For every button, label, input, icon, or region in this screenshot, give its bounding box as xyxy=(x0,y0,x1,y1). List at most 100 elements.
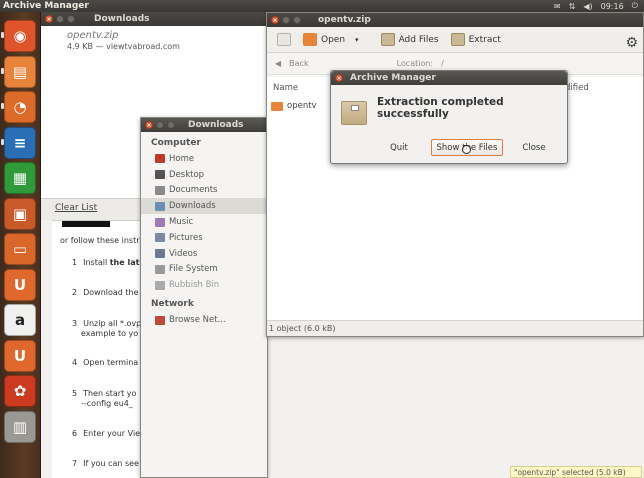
impress-icon[interactable]: ▣ xyxy=(4,197,36,230)
close-icon[interactable]: × xyxy=(271,16,279,24)
download-item[interactable]: opentv.zip 4.9 KB — viewtvabroad.com xyxy=(67,30,180,51)
new-archive-button[interactable] xyxy=(273,31,295,48)
maximize-icon[interactable] xyxy=(167,121,175,129)
sidebar-item-home[interactable]: Home xyxy=(141,151,267,167)
sidebar-heading-computer: Computer xyxy=(151,138,201,148)
rubbish-bin-icon xyxy=(155,280,165,290)
file-system-icon xyxy=(155,264,165,274)
add-files-button[interactable]: Add Files xyxy=(377,31,443,48)
sidebar-item-label: Desktop xyxy=(169,169,205,180)
desktop-icon xyxy=(155,170,165,180)
minimize-icon[interactable] xyxy=(156,121,164,129)
chevron-down-icon[interactable]: ▾ xyxy=(355,36,359,44)
network-icon[interactable]: ⇅ xyxy=(569,2,576,11)
firefox-icon[interactable]: ◔ xyxy=(4,91,36,123)
files-icon[interactable]: ▤ xyxy=(4,55,36,88)
quit-button[interactable]: Quit xyxy=(375,139,423,156)
web-step-item: 1 Install the lat xyxy=(72,258,139,267)
new-file-icon xyxy=(277,33,291,46)
dialog-message: Extraction completed successfully xyxy=(377,96,504,120)
close-icon[interactable]: × xyxy=(145,121,153,129)
mail-icon[interactable]: ✉ xyxy=(554,2,561,11)
calc-icon[interactable]: ▦ xyxy=(4,162,36,194)
active-app-title: Archive Manager xyxy=(3,1,89,11)
writer-icon[interactable]: ≡ xyxy=(4,126,36,159)
web-step-text: Download the xyxy=(83,288,139,297)
file-row[interactable]: opentv xyxy=(271,101,317,111)
location-path[interactable]: / xyxy=(441,59,444,68)
back-arrow-icon[interactable]: ◀ xyxy=(275,59,281,68)
mouse-cursor xyxy=(462,145,471,154)
maximize-icon[interactable] xyxy=(67,15,75,23)
system-settings-icon[interactable]: ✿ xyxy=(4,375,36,407)
add-files-label: Add Files xyxy=(398,34,439,45)
web-step-number: 6 xyxy=(72,429,78,438)
archive-box-icon xyxy=(341,101,367,125)
amazon-icon[interactable]: a xyxy=(4,304,36,336)
sidebar-item-file-system[interactable]: File System xyxy=(141,262,267,278)
gear-icon[interactable]: ⚙ xyxy=(625,35,638,51)
sidebar-item-music[interactable]: Music xyxy=(141,214,267,230)
redacted-bar xyxy=(62,221,110,227)
software-center-icon[interactable]: ▭ xyxy=(4,233,36,265)
sidebar-item-desktop[interactable]: Desktop xyxy=(141,167,267,183)
ubuntu-one-icon[interactable]: U xyxy=(4,268,36,301)
column-modified[interactable]: dified xyxy=(565,83,589,93)
close-button[interactable]: Close xyxy=(511,139,557,156)
web-step-number: 5 xyxy=(72,389,78,398)
open-button[interactable]: Open ▾ xyxy=(299,31,363,48)
web-step-text: If you can see xyxy=(83,459,139,468)
sidebar-item-label: Pictures xyxy=(169,232,203,243)
back-button[interactable]: Back xyxy=(289,59,308,68)
music-icon xyxy=(155,217,165,227)
minimize-icon[interactable] xyxy=(282,16,290,24)
open-label: Open xyxy=(321,34,346,45)
running-indicator xyxy=(1,138,4,145)
sidebar-item-rubbish-bin[interactable]: Rubbish Bin xyxy=(141,277,267,293)
sidebar-item-downloads[interactable]: Downloads xyxy=(141,198,267,215)
web-step-bold[interactable]: the lat xyxy=(110,258,140,267)
sidebar-item-documents[interactable]: Documents xyxy=(141,183,267,199)
web-step-item: 3 Unzip all *.ovp xyxy=(72,319,141,328)
web-step-text: Unzip all *.ovp xyxy=(83,319,142,328)
sidebar-item-label: Rubbish Bin xyxy=(169,280,220,291)
power-icon[interactable]: ⏻ xyxy=(632,1,638,11)
clear-list-button[interactable]: Clear List xyxy=(55,203,97,213)
web-step-number: 3 xyxy=(72,319,78,328)
downloads-titlebar[interactable]: × Downloads xyxy=(41,12,271,26)
sidebar-item-browse-network[interactable]: Browse Net... xyxy=(141,312,267,328)
minimize-icon[interactable] xyxy=(56,15,64,23)
status-bar: 1 object (6.0 kB) xyxy=(267,320,643,336)
web-step-number: 7 xyxy=(72,459,78,468)
sidebar-item-pictures[interactable]: Pictures xyxy=(141,230,267,246)
close-icon[interactable]: × xyxy=(45,15,53,23)
web-step-continued: --config eu4_ xyxy=(81,399,133,408)
file-manager-titlebar[interactable]: × Downloads xyxy=(141,118,267,132)
sidebar-item-label: Videos xyxy=(169,248,198,259)
web-step-number: 1 xyxy=(72,258,78,267)
dialog-titlebar[interactable]: × Archive Manager xyxy=(331,71,567,85)
web-step-text: Then start yo xyxy=(83,389,137,398)
sidebar-item-label: Documents xyxy=(169,185,218,196)
window-title: Downloads xyxy=(188,120,244,130)
dash-home-icon[interactable]: ◉ xyxy=(4,20,36,52)
top-panel: Archive Manager ✉ ⇅ ◀) 09:16 ⏻ xyxy=(0,0,644,12)
volume-icon[interactable]: ◀) xyxy=(583,2,592,11)
web-step-item: 5 Then start yo xyxy=(72,389,136,398)
sidebar-item-videos[interactable]: Videos xyxy=(141,246,267,262)
web-step-text: Enter your Vie xyxy=(83,429,141,438)
extract-label: Extract xyxy=(468,34,501,45)
close-icon[interactable]: × xyxy=(335,74,343,82)
clock[interactable]: 09:16 xyxy=(601,2,624,11)
maximize-icon[interactable] xyxy=(293,16,301,24)
selection-notification: "opentv.zip" selected (5.0 kB) xyxy=(510,466,642,478)
archive-manager-icon[interactable]: ▥ xyxy=(4,410,36,443)
archive-manager-titlebar[interactable]: × opentv.zip xyxy=(267,13,643,27)
extract-button[interactable]: Extract xyxy=(447,31,505,48)
column-name[interactable]: Name xyxy=(273,83,298,93)
archive-manager-window: × opentv.zip Open ▾ Add Files Extract ⚙ … xyxy=(266,12,644,337)
extraction-dialog: × Archive Manager Extraction completed s… xyxy=(330,70,568,164)
ubuntu-one-music-icon[interactable]: U xyxy=(4,339,36,372)
network-icon xyxy=(155,315,165,325)
web-page-content: or follow these instru 1 Install the lat 2… xyxy=(52,220,145,478)
